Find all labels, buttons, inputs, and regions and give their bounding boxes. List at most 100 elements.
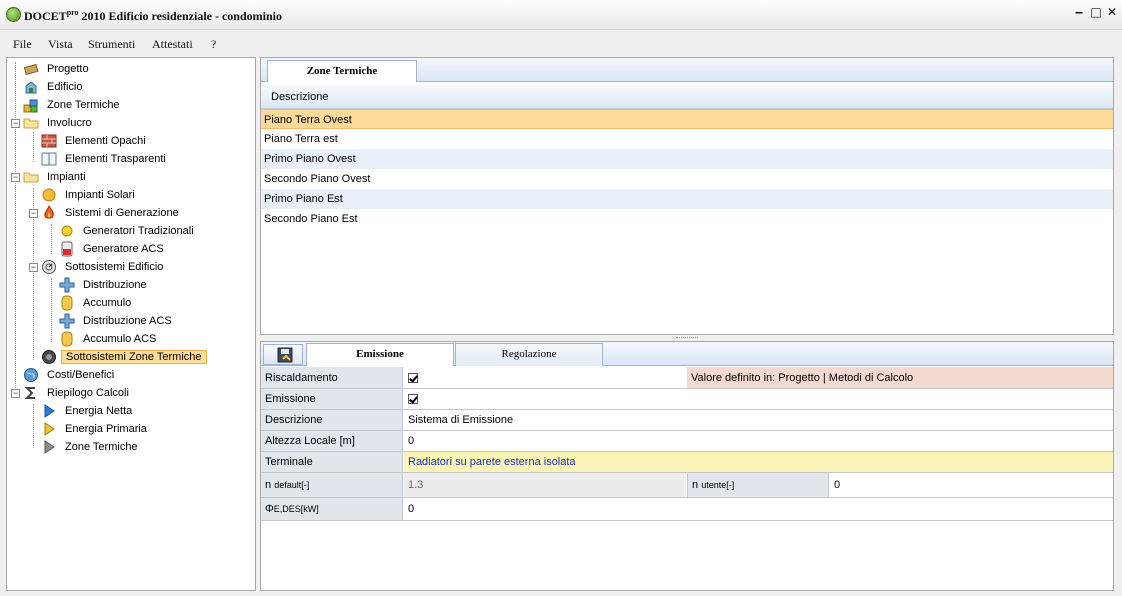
grid-header[interactable]: Descrizione (261, 85, 1113, 109)
menu-bar: File Vista Strumenti Attestati ? (0, 33, 1122, 55)
tree-label: Involucro (47, 117, 92, 129)
label-terminale: Terminale (261, 452, 403, 472)
tree-item-sottosistemi-zone[interactable]: Sottosistemi Zone Termiche (41, 348, 207, 366)
menu-strumenti[interactable]: Strumenti (88, 37, 135, 52)
table-row[interactable]: Secondo Piano Ovest (261, 169, 1113, 189)
menu-attestati[interactable]: Attestati (152, 37, 193, 52)
close-button[interactable]: ✕ (1105, 5, 1119, 21)
app-logo-icon (6, 7, 21, 22)
sigma-icon (23, 385, 39, 401)
play-yellow-icon (41, 421, 57, 437)
label-riscaldamento: Riscaldamento (261, 367, 403, 388)
tree-item-energia-primaria[interactable]: Energia Primaria (41, 420, 151, 438)
tree-item-riepilogo[interactable]: Riepilogo Calcoli (23, 384, 133, 402)
collapse-icon[interactable]: − (11, 173, 20, 182)
tab-regolazione[interactable]: Regolazione (455, 343, 603, 366)
collapse-icon[interactable]: − (29, 263, 38, 272)
tree-item-generatore-acs[interactable]: Generatore ACS (59, 240, 168, 258)
tree-item-involucro[interactable]: Involucro (23, 114, 96, 132)
play-gray-icon (41, 439, 57, 455)
label-n-utente: n utente [-] (687, 473, 829, 497)
table-row[interactable]: Secondo Piano Est (261, 209, 1113, 229)
emissione-value (404, 389, 418, 409)
descrizione-field[interactable]: Sistema di Emissione (404, 410, 1104, 430)
tree-item-distribuzione-acs[interactable]: Distribuzione ACS (59, 312, 176, 330)
tab-emissione[interactable]: Emissione (306, 343, 454, 366)
title-bar: DOCETpro 2010 Edificio residenziale - co… (0, 0, 1122, 30)
tree-label: Zone Termiche (47, 99, 120, 111)
tree-item-impianti[interactable]: Impianti (23, 168, 90, 186)
emissione-checkbox[interactable] (408, 394, 418, 404)
tank-icon (59, 295, 75, 311)
tree-item-energia-netta[interactable]: Energia Netta (41, 402, 136, 420)
tree-item-generatori-tradizionali[interactable]: Generatori Tradizionali (59, 222, 198, 240)
label-descrizione: Descrizione (261, 410, 403, 430)
label-altezza: Altezza Locale [m] (261, 431, 403, 451)
tree-label: Edificio (47, 81, 83, 93)
tree-item-costi-benefici[interactable]: Costi/Benefici (23, 366, 118, 384)
play-blue-icon (41, 403, 57, 419)
collapse-icon[interactable]: − (11, 119, 20, 128)
collapse-icon[interactable]: − (11, 389, 20, 398)
valore-definito-info: Valore definito in: Progetto | Metodi di… (687, 367, 1113, 388)
tree-item-impianti-solari[interactable]: Impianti Solari (41, 186, 139, 204)
tree-item-accumulo-acs[interactable]: Accumulo ACS (59, 330, 160, 348)
column-descrizione[interactable]: Descrizione (271, 91, 328, 103)
riscaldamento-checkbox[interactable] (408, 372, 418, 383)
folder-icon (23, 169, 39, 185)
collapse-icon[interactable]: − (29, 209, 38, 218)
properties-tabstrip: Emissione Regolazione (261, 342, 1113, 366)
tree-label: Distribuzione (83, 279, 147, 291)
brick-wall-icon (41, 133, 57, 149)
menu-vista[interactable]: Vista (48, 37, 73, 52)
zones-tabstrip: Zone Termiche (261, 58, 1113, 82)
tree-label: Energia Primaria (65, 423, 147, 435)
tree-item-zone-termiche-2[interactable]: Zone Termiche (41, 438, 142, 456)
tree-label: Impianti (47, 171, 86, 183)
minimize-button[interactable]: ‒ (1072, 5, 1086, 21)
tree-item-elementi-trasparenti[interactable]: Elementi Trasparenti (41, 150, 170, 168)
n-utente-field[interactable]: 0 (830, 473, 1113, 497)
tree-label: Sottosistemi Zone Termiche (61, 350, 207, 364)
menu-help[interactable]: ? (211, 37, 216, 52)
row-riscaldamento: Riscaldamento Valore definito in: Proget… (261, 367, 1113, 389)
pipe-cross-icon (59, 313, 75, 329)
table-row[interactable]: Piano Terra Ovest (261, 109, 1113, 129)
table-row[interactable]: Primo Piano Ovest (261, 149, 1113, 169)
globe-icon (23, 367, 39, 383)
tank-icon (59, 331, 75, 347)
sun-icon (41, 187, 57, 203)
phi-field[interactable]: 0 (404, 498, 1104, 520)
tab-zone-termiche[interactable]: Zone Termiche (267, 60, 417, 82)
altezza-field[interactable]: 0 (404, 431, 1104, 451)
tree-item-sistemi-generazione[interactable]: Sistemi di Generazione (41, 204, 183, 222)
gauge-icon (41, 259, 57, 275)
tree-label: Sottosistemi Edificio (65, 261, 164, 273)
maximize-button[interactable]: □ (1089, 5, 1103, 21)
window-title: DOCETpro 2010 Edificio residenziale - co… (24, 8, 282, 23)
save-icon (277, 347, 293, 366)
save-button[interactable] (263, 344, 303, 365)
table-row[interactable]: Piano Terra est (261, 129, 1113, 149)
tree-label: Riepilogo Calcoli (47, 387, 129, 399)
tree-item-accumulo[interactable]: Accumulo (59, 294, 135, 312)
table-row[interactable]: Primo Piano Est (261, 189, 1113, 209)
tree-label: Elementi Opachi (65, 135, 146, 147)
dial-icon (41, 349, 57, 365)
properties-panel: Emissione Regolazione Riscaldamento Valo… (260, 341, 1114, 591)
tree-item-zone-termiche[interactable]: Zone Termiche (23, 96, 124, 114)
terminale-field[interactable]: Radiatori su parete esterna isolata (404, 452, 1113, 472)
tree-label: Generatori Tradizionali (83, 225, 194, 237)
tree-item-edificio[interactable]: Edificio (23, 78, 86, 96)
tree-label: Generatore ACS (83, 243, 164, 255)
tree-item-elementi-opachi[interactable]: Elementi Opachi (41, 132, 150, 150)
row-n: n default [-] 1.3 n utente [-] 0 (261, 473, 1113, 498)
tree-item-distribuzione[interactable]: Distribuzione (59, 276, 151, 294)
yellow-dot-icon (59, 223, 75, 239)
riscaldamento-value (404, 367, 686, 388)
tree-label: Accumulo ACS (83, 333, 157, 345)
menu-file[interactable]: File (13, 37, 32, 52)
tree-item-progetto[interactable]: Progetto (23, 60, 93, 78)
building-icon (23, 79, 39, 95)
tree-item-sottosistemi-edificio[interactable]: Sottosistemi Edificio (41, 258, 167, 276)
